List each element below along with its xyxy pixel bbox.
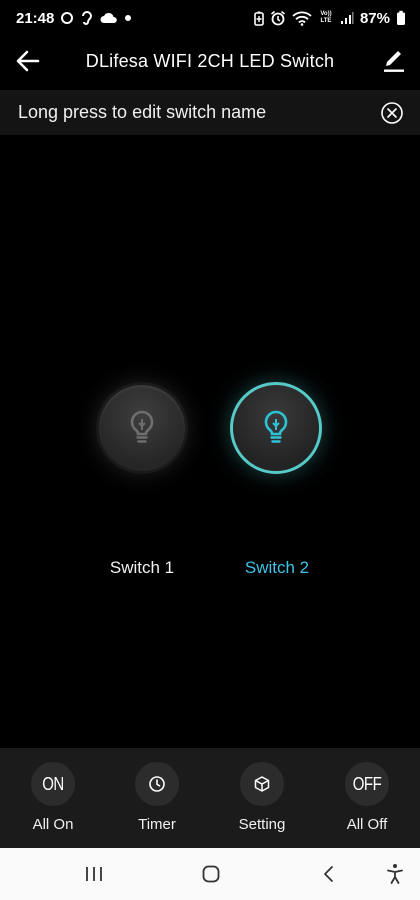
accessibility-icon [387,864,403,884]
home-icon [202,865,220,883]
all-on-icon-text: ON [42,773,64,795]
lightbulb-icon [264,410,288,443]
alarm-icon [270,10,286,26]
setting-label: Setting [238,816,286,833]
close-circle-icon [381,102,403,124]
all-on-icon: ON [31,762,75,806]
switch-1-button[interactable] [96,382,188,474]
all-off-label: All Off [346,816,388,833]
status-time: 21:48 [16,9,55,27]
switch-1-label[interactable]: Switch 1 [92,558,192,578]
home-button[interactable] [198,861,224,887]
hint-banner: Long press to edit switch name [0,90,420,135]
switch-2-label[interactable]: Switch 2 [227,558,327,578]
arrow-left-icon [16,50,40,72]
dot-icon [124,14,132,22]
signal-icon [340,11,354,25]
hearing-icon [80,10,94,26]
lightbulb-icon [130,410,154,443]
timer-label: Timer [138,816,176,833]
status-bar: 21:48 Vo)) LTE 87% [0,0,420,36]
battery-saver-icon [254,11,264,26]
timer-button[interactable]: Timer [112,762,202,833]
chevron-left-icon [324,866,333,882]
pencil-icon [384,51,404,72]
clock-icon [135,762,179,806]
battery-percent: 87% [359,9,390,27]
app-bar: DLifesa WIFI 2CH LED Switch [0,38,420,84]
recents-button[interactable] [81,861,107,887]
all-on-label: All On [32,816,74,833]
battery-icon [396,10,406,26]
bottom-action-bar: ON All On Timer Setting OFF All Off [0,748,420,848]
all-off-icon-text: OFF [352,773,382,795]
all-off-button[interactable]: OFF All Off [322,762,412,833]
status-right: Vo)) LTE 87% [254,10,406,27]
cloud-icon [100,12,118,24]
all-off-icon: OFF [345,762,389,806]
circle-notification-icon [60,11,74,25]
setting-button[interactable]: Setting [217,762,307,833]
status-left: 21:48 [16,10,132,27]
hint-text: Long press to edit switch name [18,102,267,122]
switch-2-button[interactable] [230,382,322,474]
close-hint-button[interactable] [380,101,404,125]
edit-button[interactable] [382,48,406,74]
nav-back-button[interactable] [316,861,342,887]
all-on-button[interactable]: ON All On [8,762,98,833]
wifi-icon [292,11,312,26]
volte-icon: Vo)) LTE [320,11,332,24]
accessibility-button[interactable] [382,861,408,887]
recents-icon [86,867,102,881]
system-nav-bar [0,848,420,900]
back-button[interactable] [14,48,42,74]
page-title: DLifesa WIFI 2CH LED Switch [85,50,335,71]
cube-icon [240,762,284,806]
